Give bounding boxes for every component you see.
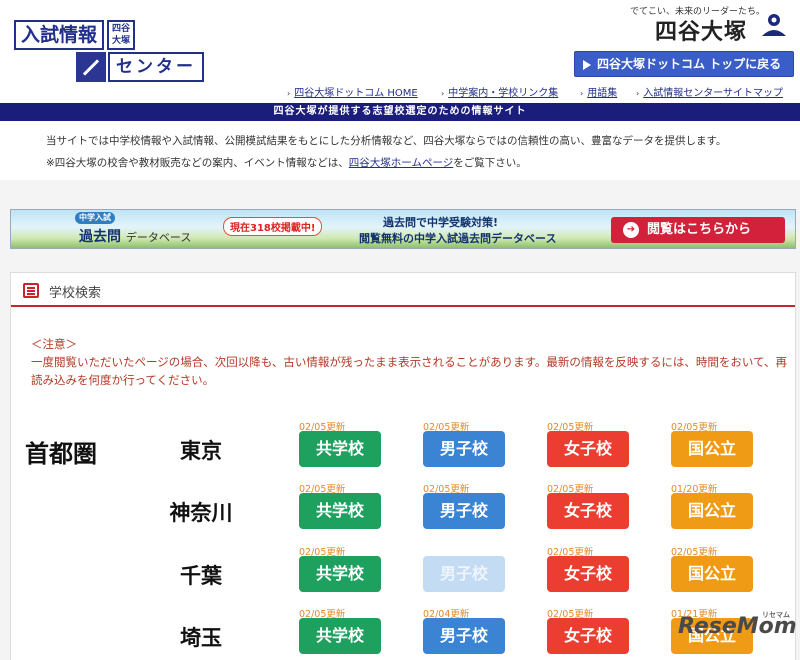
logo-badge: 四谷大塚	[107, 20, 136, 50]
link-glossary[interactable]: › 用語集	[580, 84, 617, 99]
region-label: 首都圏	[25, 439, 97, 468]
pref-tokyo-boys-button[interactable]: 男子校	[423, 431, 505, 467]
arrow-right-circle-icon: ➔	[623, 222, 639, 238]
db-label: 中学入試	[75, 212, 115, 224]
pref-saitama-coed-button[interactable]: 共学校	[299, 618, 381, 654]
site-header: 入試情報 四谷大塚 センター でてこい、未来のリーダーたち。 四谷大塚 四谷大塚…	[0, 0, 800, 103]
notice-body: 一度閲覧いただいたページの場合、次回以降も、古い情報が残ったまま表示されることが…	[31, 355, 788, 387]
notice: ＜注意＞ 一度閲覧いただいたページの場合、次回以降も、古い情報が残ったまま表示さ…	[31, 335, 791, 389]
logo-title: 入試情報	[14, 20, 105, 50]
db-name: 過去問 データベース	[79, 229, 192, 245]
brand-mascot-icon	[762, 14, 786, 36]
yotsuya-homepage-link[interactable]: 四谷大塚ホームページ	[349, 157, 453, 169]
link-sitemap[interactable]: › 入試情報センターサイトマップ	[636, 84, 783, 99]
pref-tokyo-public-button[interactable]: 国公立	[671, 431, 753, 467]
back-to-top-button[interactable]: 四谷大塚ドットコム トップに戻る	[574, 51, 794, 77]
intro-section: 当サイトでは中学校情報や入試情報、公開模試結果をもとにした分析情報など、四谷大塚…	[0, 121, 800, 180]
watermark-sub: リセマム	[762, 611, 790, 619]
pen-icon	[76, 52, 106, 82]
link-home[interactable]: › 四谷大塚ドットコム HOME	[287, 84, 418, 99]
pref-kanagawa-girls-button[interactable]: 女子校	[547, 493, 629, 529]
top-links: › 四谷大塚ドットコム HOME › 中学案内・学校リンク集 › 用語集 › 入試情報セ…	[0, 84, 800, 99]
pref-chiba-girls-button[interactable]: 女子校	[547, 556, 629, 592]
logo-subtitle: センター	[108, 52, 204, 82]
db-count-badge: 現在318校掲載中!	[223, 217, 323, 236]
chevron-right-icon: ›	[287, 89, 291, 98]
site-banner: 四谷大塚が提供する志望校選定のための情報サイト	[0, 103, 800, 121]
pref-saitama-girls-button[interactable]: 女子校	[547, 618, 629, 654]
school-search-title: 学校検索	[49, 286, 102, 301]
pref-tokyo-coed-button[interactable]: 共学校	[299, 431, 381, 467]
intro-text: 当サイトでは中学校情報や入試情報、公開模試結果をもとにした分析情報など、四谷大塚…	[46, 135, 727, 147]
pref-kanagawa-boys-button[interactable]: 男子校	[423, 493, 505, 529]
chevron-right-icon: ›	[636, 89, 640, 98]
view-db-label: 閲覧はこちらから	[647, 222, 752, 237]
list-icon	[23, 283, 39, 298]
pref-kanagawa-label: 神奈川	[169, 500, 233, 525]
resemom-watermark: ReseMom リセマム	[678, 611, 800, 660]
past-exam-db-banner[interactable]: 中学入試 過去問 データベース 現在318校掲載中! 過去問で中学受験対策! 閲…	[10, 209, 796, 249]
pref-chiba-coed-button[interactable]: 共学校	[299, 556, 381, 592]
notice-heading: ＜注意＞	[31, 337, 77, 351]
brand-name[interactable]: 四谷大塚	[655, 14, 747, 46]
pref-saitama-label: 埼玉	[180, 625, 222, 650]
pref-chiba-boys-button: 男子校	[423, 556, 505, 592]
view-db-button[interactable]: ➔ 閲覧はこちらから	[611, 217, 785, 243]
db-copy-headline: 過去問で中学受験対策!	[383, 216, 499, 229]
intro-note: ※四谷大塚の校舎や教材販売などの案内、イベント情報などは、四谷大塚ホームページを…	[46, 157, 527, 169]
site-logo[interactable]: 入試情報 四谷大塚 センター	[14, 20, 224, 82]
play-arrow-icon	[583, 60, 591, 70]
pref-tokyo-girls-button[interactable]: 女子校	[547, 431, 629, 467]
chevron-right-icon: ›	[580, 89, 584, 98]
link-school-guide[interactable]: › 中学案内・学校リンク集	[441, 84, 558, 99]
pref-saitama-boys-button[interactable]: 男子校	[423, 618, 505, 654]
pref-kanagawa-public-button[interactable]: 国公立	[671, 493, 753, 529]
pref-tokyo-label: 東京	[180, 438, 222, 463]
chevron-right-icon: ›	[441, 89, 445, 98]
school-search-panel: 学校検索 ＜注意＞ 一度閲覧いただいたページの場合、次回以降も、古い情報が残った…	[10, 272, 796, 660]
pref-kanagawa-coed-button[interactable]: 共学校	[299, 493, 381, 529]
back-to-top-label: 四谷大塚ドットコム トップに戻る	[597, 57, 782, 71]
pref-chiba-label: 千葉	[180, 563, 222, 588]
db-copy-sub: 閲覧無料の中学入試過去問データベース	[359, 232, 557, 245]
school-search-header: 学校検索	[11, 273, 795, 307]
pref-chiba-public-button[interactable]: 国公立	[671, 556, 753, 592]
